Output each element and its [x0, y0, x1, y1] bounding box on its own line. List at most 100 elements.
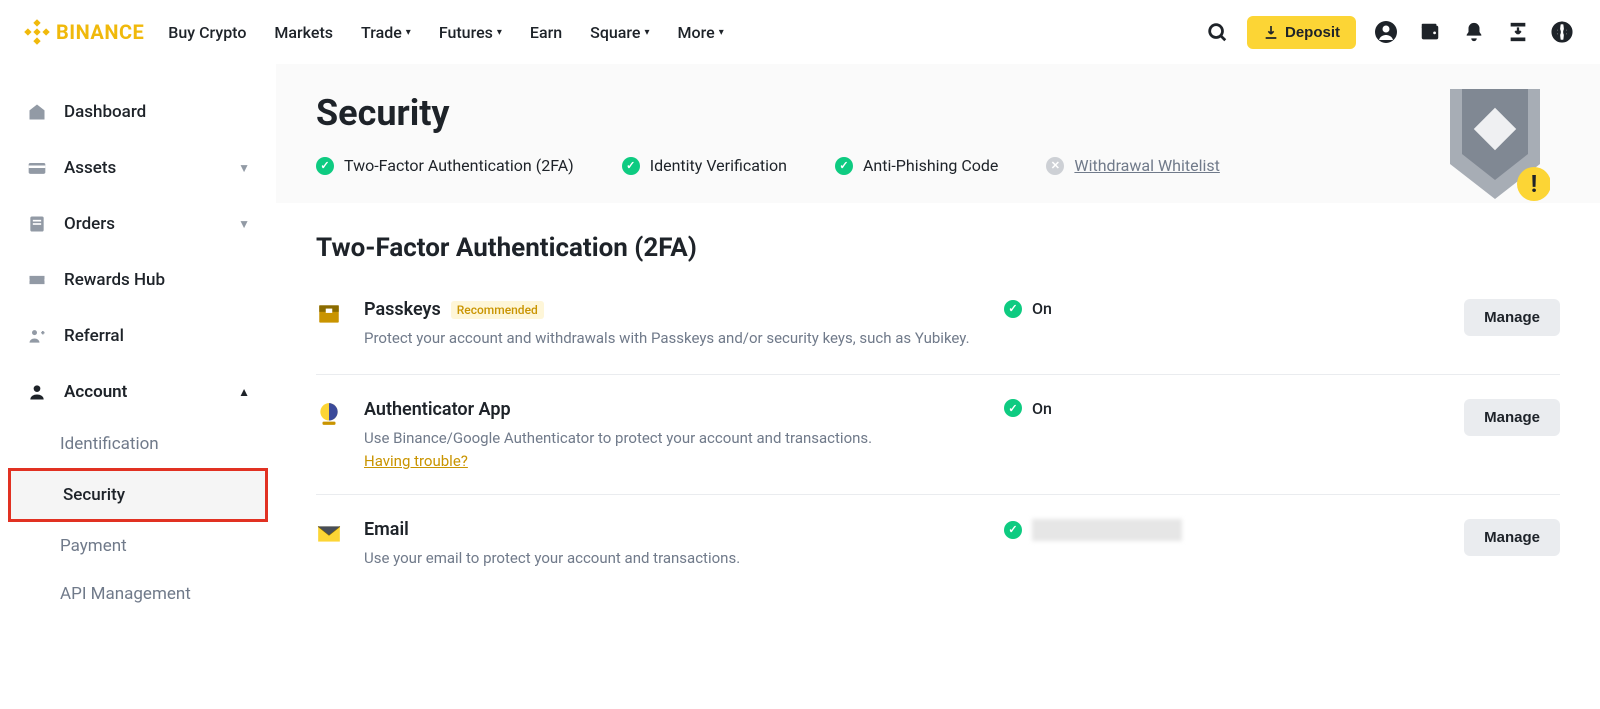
sidebar-sub-api[interactable]: API Management — [0, 570, 276, 618]
email-icon — [316, 521, 344, 551]
row-description: Use Binance/Google Authenticator to prot… — [364, 428, 984, 450]
check-ok-icon: ✓ — [316, 157, 334, 175]
chevron-down-icon: ▼ — [238, 217, 250, 231]
chevron-down-icon: ▾ — [497, 27, 502, 38]
row-email: Email Use your email to protect your acc… — [316, 495, 1560, 594]
search-icon[interactable] — [1203, 18, 1231, 46]
sidebar-label: Orders — [64, 214, 115, 234]
card-icon — [26, 158, 48, 178]
manage-passkeys-button[interactable]: Manage — [1464, 299, 1560, 336]
title-text: Email — [364, 519, 409, 540]
nav-square[interactable]: Square ▾ — [590, 23, 649, 42]
check-off-icon: ✕ — [1046, 157, 1064, 175]
nav-trade[interactable]: Trade▾ — [361, 23, 411, 42]
orders-icon — [26, 214, 48, 234]
sidebar-sub-payment[interactable]: Payment — [0, 522, 276, 570]
nav-label: Square — [590, 23, 640, 42]
sidebar-item-orders[interactable]: Orders ▼ — [0, 196, 276, 252]
check-phishing: ✓Anti-Phishing Code — [835, 156, 998, 175]
nav-markets[interactable]: Markets — [274, 23, 333, 42]
home-icon — [26, 102, 48, 122]
nav-label: Futures — [439, 23, 493, 42]
sidebar-item-dashboard[interactable]: Dashboard — [0, 84, 276, 140]
sidebar-label: Assets — [64, 158, 116, 178]
svg-text:!: ! — [1531, 170, 1538, 198]
manage-email-button[interactable]: Manage — [1464, 519, 1560, 556]
title-text: Passkeys — [364, 299, 441, 320]
logo[interactable]: BINANCE — [24, 19, 144, 45]
row-status: ✓ On — [1004, 299, 1224, 318]
row-title: Email — [364, 519, 984, 540]
main-nav: Buy Crypto Markets Trade▾ Futures▾ Earn … — [168, 23, 1203, 42]
check-2fa: ✓ Two-Factor Authentication (2FA) — [316, 156, 574, 175]
deposit-button[interactable]: Deposit — [1247, 16, 1356, 49]
check-whitelist[interactable]: ✕ Withdrawal Whitelist — [1046, 156, 1219, 175]
nav-label: Earn — [530, 23, 562, 42]
check-label: Identity Verification — [650, 156, 787, 175]
tfa-section: Two-Factor Authentication (2FA) Passkeys… — [276, 203, 1600, 623]
chevron-down-icon: ▾ — [645, 27, 650, 38]
globe-language-icon[interactable] — [1548, 18, 1576, 46]
chevron-down-icon: ▾ — [719, 27, 724, 38]
sidebar-label: Rewards Hub — [64, 270, 165, 290]
having-trouble-link[interactable]: Having trouble? — [364, 452, 468, 470]
row-description: Use your email to protect your account a… — [364, 548, 984, 570]
nav-earn[interactable]: Earn — [530, 23, 562, 42]
row-title: Passkeys Recommended — [364, 299, 984, 320]
status-text: On — [1032, 299, 1052, 318]
status-ok-icon: ✓ — [1004, 399, 1022, 417]
sidebar-label: Referral — [64, 326, 124, 346]
row-content: Authenticator App Use Binance/Google Aut… — [364, 399, 984, 470]
sidebar-item-account[interactable]: Account ▲ — [0, 364, 276, 420]
sidebar: Dashboard Assets ▼ Orders ▼ Rewards Hub … — [0, 64, 276, 623]
security-hero: Security ✓Two-Factor Authentication (2FA… — [276, 64, 1600, 203]
sidebar-sub-identification[interactable]: Identification — [0, 420, 276, 468]
recommended-badge: Recommended — [451, 301, 544, 319]
referral-icon — [26, 326, 48, 346]
check-label: Withdrawal Whitelist — [1074, 156, 1219, 175]
check-label: Two-Factor Authentication (2FA) — [344, 156, 574, 175]
nav-label: Trade — [361, 23, 402, 42]
check-identity: ✓ Identity Verification — [622, 156, 787, 175]
check-label: Anti-Phishing Code — [863, 156, 998, 175]
row-action: Manage — [1464, 299, 1560, 336]
sidebar-item-rewards[interactable]: Rewards Hub — [0, 252, 276, 308]
sidebar-label: Dashboard — [64, 102, 146, 122]
top-header: BINANCE Buy Crypto Markets Trade▾ Future… — [0, 0, 1600, 64]
security-highlight-frame: Security — [8, 468, 268, 522]
row-status: ✓ On — [1004, 399, 1224, 418]
row-action: Manage — [1464, 399, 1560, 436]
title-text: Authenticator App — [364, 399, 511, 420]
chevron-down-icon: ▼ — [238, 161, 250, 175]
nav-more[interactable]: More ▾ — [678, 23, 724, 42]
authenticator-icon — [316, 401, 344, 431]
sidebar-item-referral[interactable]: Referral — [0, 308, 276, 364]
header-actions: Deposit — [1203, 16, 1576, 49]
section-heading: Two-Factor Authentication (2FA) — [316, 233, 1560, 263]
row-description: Protect your account and withdrawals wit… — [364, 328, 984, 350]
user-icon — [26, 382, 48, 402]
row-status: ✓ — [1004, 519, 1224, 541]
row-content: Passkeys Recommended Protect your accoun… — [364, 299, 984, 350]
row-title: Authenticator App — [364, 399, 984, 420]
nav-label: More — [678, 23, 715, 42]
row-content: Email Use your email to protect your acc… — [364, 519, 984, 570]
nav-buy-crypto[interactable]: Buy Crypto — [168, 23, 246, 42]
binance-logo-icon — [24, 19, 50, 45]
main-content: Security ✓Two-Factor Authentication (2FA… — [276, 64, 1600, 623]
status-ok-icon: ✓ — [1004, 300, 1022, 318]
profile-icon[interactable] — [1372, 18, 1400, 46]
sidebar-sub-security[interactable]: Security — [11, 471, 265, 519]
security-checklist: ✓ Two-Factor Authentication (2FA) ✓ Identi… — [316, 156, 1560, 175]
wallet-icon[interactable] — [1416, 18, 1444, 46]
chevron-up-icon: ▲ — [238, 385, 250, 399]
notification-bell-icon[interactable] — [1460, 18, 1488, 46]
nav-label: Buy Crypto — [168, 23, 246, 42]
download-app-icon[interactable] — [1504, 18, 1532, 46]
manage-authenticator-button[interactable]: Manage — [1464, 399, 1560, 436]
nav-futures[interactable]: Futures ▾ — [439, 23, 502, 42]
check-ok-icon: ✓ — [622, 157, 640, 175]
redacted-email — [1032, 519, 1182, 541]
sidebar-item-assets[interactable]: Assets ▼ — [0, 140, 276, 196]
row-action: Manage — [1464, 519, 1560, 556]
